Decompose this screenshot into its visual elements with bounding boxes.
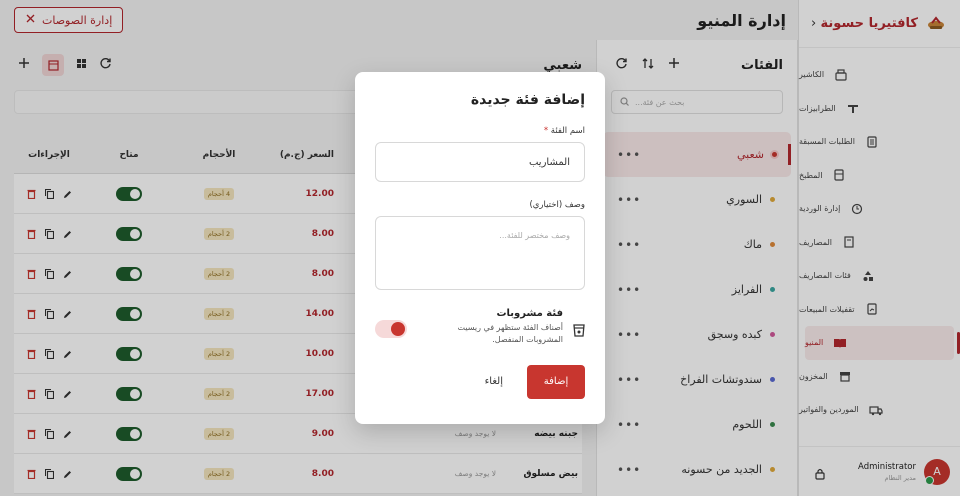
dialog-title: إضافة فئة جديدة xyxy=(470,92,585,108)
category-name-label: اسم الفئة * xyxy=(375,126,585,136)
drinks-category-texts: فئة مشروبات أصناف الفئة ستظهر في ريسيت ا… xyxy=(443,308,563,347)
category-name-value: المشاريب xyxy=(528,156,570,168)
drinks-category-toggle[interactable] xyxy=(375,320,407,338)
drinks-category-row: فئة مشروبات أصناف الفئة ستظهر في ريسيت ا… xyxy=(375,308,585,347)
category-desc-textarea[interactable]: وصف مختصر للفئة... xyxy=(375,216,585,290)
category-name-input[interactable]: المشاريب xyxy=(375,142,585,182)
app-root: › كافتيريا حسونة الكاشير الطرابيزات الطل… xyxy=(0,0,960,496)
drinks-category-desc: أصناف الفئة ستظهر في ريسيت المشروبات الم… xyxy=(457,323,563,345)
add-button[interactable]: إضافة xyxy=(527,364,585,399)
cancel-button[interactable]: إلغاء xyxy=(479,376,509,387)
required-mark: * xyxy=(543,126,549,136)
dialog-actions: إضافة إلغاء xyxy=(375,364,585,399)
category-desc-label: وصف (اختياري) xyxy=(529,200,585,210)
drinks-category-title: فئة مشروبات xyxy=(496,308,563,319)
add-category-dialog: إضافة فئة جديدة اسم الفئة * المشاريب وصف… xyxy=(355,72,605,424)
category-name-label-text: اسم الفئة xyxy=(550,126,585,136)
category-desc-placeholder: وصف مختصر للفئة... xyxy=(499,231,570,240)
drink-cup-icon xyxy=(573,322,585,341)
